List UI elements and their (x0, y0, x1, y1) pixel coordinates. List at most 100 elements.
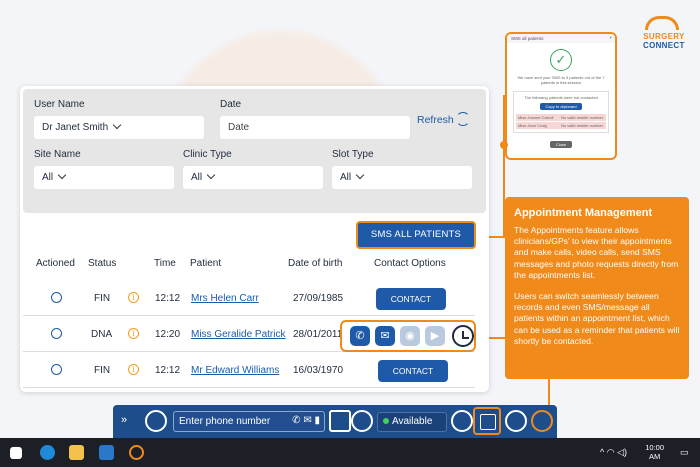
copy-clipboard-button[interactable]: Copy to clipboard (540, 103, 582, 110)
windows-start-icon[interactable] (10, 447, 22, 459)
popup-row: Miss Jean Craig No valid mobile number (516, 122, 606, 129)
slot-type-label: Slot Type (332, 149, 374, 160)
chevron-down-icon (355, 170, 365, 180)
info-icon[interactable]: i (128, 328, 139, 339)
dob-text: 16/03/1970 (293, 365, 344, 376)
table-row: FIN i 12:12 Mr Edward Williams 16/03/197… (23, 353, 475, 388)
softphone-toolbar: » Enter phone number ✆ ✉ ▮ Available (113, 405, 557, 438)
user-profile-icon[interactable] (451, 410, 473, 432)
popup-message: We have sent your SMS to 5 patients out … (517, 75, 605, 85)
expand-button[interactable]: » (121, 414, 127, 426)
date-input[interactable]: Date (220, 116, 410, 139)
actioned-radio[interactable] (51, 292, 62, 303)
status-text: DNA (91, 329, 113, 340)
clinic-type-label: Clinic Type (183, 149, 232, 160)
refresh-icon[interactable] (456, 112, 470, 126)
surgery-connect-app-icon[interactable] (129, 445, 144, 460)
sms-result-popup: SMS all patients × ✓ We have sent your S… (505, 32, 617, 160)
phone-icon[interactable]: ✆ (350, 326, 370, 346)
clinic-type-select[interactable]: All (183, 166, 323, 189)
popup-row-reason: No valid mobile number (561, 123, 604, 128)
patient-link[interactable]: Mrs Helen Carr (191, 293, 259, 304)
help-icon[interactable] (531, 410, 553, 432)
time-text: 12:20 (155, 329, 181, 340)
dob-text: 28/01/2011 (293, 329, 343, 340)
header-time: Time (154, 258, 176, 269)
appointments-calendar-icon[interactable] (473, 407, 501, 435)
contact-options-toolbar: ✆ ✉ ◉ ▶ (340, 320, 476, 352)
header-status: Status (88, 258, 117, 269)
phone-placeholder: Enter phone number (179, 416, 271, 427)
user-name-label: User Name (34, 99, 85, 110)
contact-button[interactable]: CONTACT (376, 288, 446, 310)
popup-row: Miss Joanne Carroll No valid mobile numb… (516, 114, 606, 121)
popup-row-name: Miss Jean Craig (518, 123, 547, 128)
chevron-down-icon (206, 170, 216, 180)
availability-status[interactable]: Available (377, 412, 447, 432)
tray-icons[interactable]: ^ ◠ ◁) (600, 447, 627, 458)
headset-icon[interactable] (145, 410, 167, 432)
file-explorer-icon[interactable] (69, 445, 84, 460)
mail-icon[interactable]: ✉ (375, 326, 395, 346)
clinic-type-value: All (191, 172, 203, 183)
status-label: Available (392, 416, 433, 427)
popup-title: SMS all patients (511, 36, 544, 41)
success-check-icon: ✓ (550, 49, 572, 71)
popup-close-icon[interactable]: × (609, 35, 612, 40)
chevron-down-icon (57, 170, 67, 180)
header-patient: Patient (190, 258, 222, 269)
settings-gear-icon[interactable] (505, 410, 527, 432)
video-icon[interactable]: ▶ (425, 326, 445, 346)
time-text: 12:12 (155, 365, 181, 376)
system-clock[interactable]: 10:00 AM (645, 443, 664, 461)
logo-line2: CONNECT (643, 41, 685, 50)
table-row: FIN i 12:12 Mrs Helen Carr 27/09/1985 CO… (23, 281, 475, 316)
actioned-radio[interactable] (51, 364, 62, 375)
user-name-value: Dr Janet Smith (42, 122, 109, 133)
contact-card-icon[interactable] (329, 410, 351, 432)
slot-type-value: All (340, 172, 352, 183)
site-name-select[interactable]: All (34, 166, 174, 189)
user-name-select[interactable]: Dr Janet Smith (34, 116, 204, 139)
edge-icon[interactable] (40, 445, 55, 460)
call-actions-icons[interactable]: ✆ ✉ ▮ (292, 415, 320, 426)
surgery-connect-logo: SURGERY CONNECT (643, 16, 685, 50)
site-name-value: All (42, 172, 54, 183)
patient-link[interactable]: Miss Geralide Patrick (191, 329, 285, 340)
status-dot-icon (383, 418, 389, 424)
date-label: Date (220, 99, 242, 110)
chevron-down-icon (112, 120, 122, 130)
header-dob: Date of birth (288, 258, 343, 269)
clock-ampm: AM (648, 452, 661, 461)
history-icon[interactable] (351, 410, 373, 432)
sms-all-patients-button[interactable]: SMS ALL PATIENTS (356, 221, 476, 249)
dob-text: 27/09/1985 (293, 293, 344, 304)
phone-number-input[interactable]: Enter phone number ✆ ✉ ▮ (173, 411, 325, 432)
time-text: 12:12 (155, 293, 181, 304)
mail-app-icon[interactable] (99, 445, 114, 460)
contact-button[interactable]: CONTACT (378, 360, 448, 382)
info-icon[interactable]: i (128, 292, 139, 303)
header-contact-options: Contact Options (374, 258, 446, 269)
callout-paragraph: Users can switch seamlessly between reco… (514, 291, 680, 346)
header-actioned: Actioned (36, 258, 75, 269)
popup-close-button[interactable]: Close (549, 141, 573, 148)
popup-uncontacted-list: The following patients were not contacte… (513, 91, 609, 133)
slot-type-select[interactable]: All (332, 166, 472, 189)
popup-title-bar: SMS all patients × (507, 34, 615, 43)
status-text: FIN (94, 365, 111, 376)
clock-time: 10:00 (645, 443, 664, 452)
popup-row-name: Miss Joanne Carroll (518, 115, 554, 120)
camera-icon[interactable]: ◉ (400, 326, 420, 346)
windows-taskbar: ^ ◠ ◁) 10:00 AM ▭ (0, 438, 700, 467)
actioned-radio[interactable] (51, 328, 62, 339)
logo-arc-icon (644, 16, 679, 30)
patient-link[interactable]: Mr Edward Williams (191, 365, 279, 376)
refresh-button[interactable]: Refresh (417, 114, 454, 126)
info-icon[interactable]: i (128, 364, 139, 375)
site-name-label: Site Name (34, 149, 81, 160)
connector-dot (500, 141, 508, 149)
notification-icon[interactable]: ▭ (680, 447, 689, 458)
popup-list-title: The following patients were not contacte… (524, 95, 598, 100)
history-icon[interactable] (452, 325, 474, 347)
